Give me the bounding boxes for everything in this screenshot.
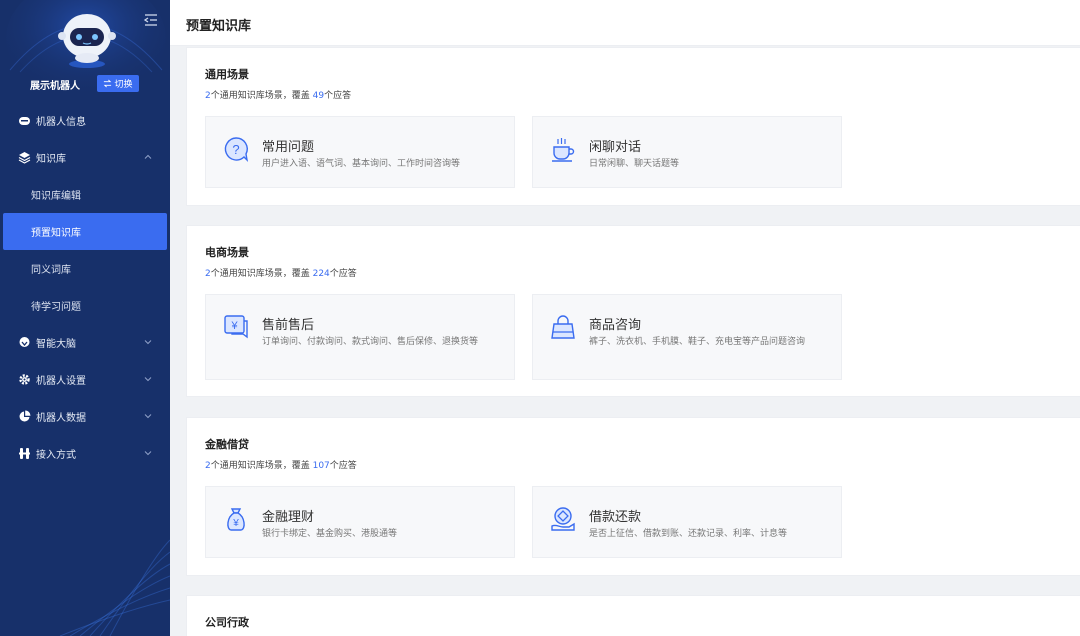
card-description: 订单询问、付款询问、款式询问、售后保修、退换货等 bbox=[262, 337, 479, 347]
chevron-down-icon bbox=[144, 377, 152, 382]
chevron-up-icon bbox=[144, 154, 152, 159]
switch-bot-label: 切换 bbox=[114, 80, 133, 90]
sidebar-item-preset-knowledge[interactable]: 预置知识库 bbox=[3, 213, 167, 250]
card-title: 闲聊对话 bbox=[589, 140, 642, 155]
scene-card-loan-repayment[interactable]: 借款还款 是否上征信、借款到账、还款记录、利率、计息等 bbox=[532, 486, 842, 558]
card-description: 裤子、洗衣机、手机膜、鞋子、充电宝等产品问题咨询 bbox=[589, 337, 806, 347]
section-title: 公司行政 bbox=[205, 616, 249, 629]
yuan-chat-icon: ¥ bbox=[224, 315, 248, 339]
scene-card-product-consult[interactable]: 商品咨询 裤子、洗衣机、手机膜、鞋子、充电宝等产品问题咨询 bbox=[532, 294, 842, 380]
card-description: 用户进入语、语气词、基本询问、工作时间咨询等 bbox=[262, 159, 461, 169]
scene-card-common-questions[interactable]: ? 常用问题 用户进入语、语气词、基本询问、工作时间咨询等 bbox=[205, 116, 515, 188]
scene-card-pre-after-sales[interactable]: ¥ 售前售后 订单询问、付款询问、款式询问、售后保修、退换货等 bbox=[205, 294, 515, 380]
scene-section-finance: 金融借贷 2个通用知识库场景，覆盖 107个应答 ¥ 金融理财 银行卡绑定、基金… bbox=[186, 417, 1080, 576]
card-title: 售前售后 bbox=[262, 318, 315, 333]
money-bag-icon: ¥ bbox=[227, 508, 245, 531]
section-title: 电商场景 bbox=[205, 246, 249, 259]
main-content: 预置知识库 通用场景 2个通用知识库场景，覆盖 49个应答 ? 常用问题 用户进… bbox=[170, 0, 1080, 636]
chevron-down-icon bbox=[144, 340, 152, 345]
card-title: 商品咨询 bbox=[589, 318, 642, 333]
card-title: 常用问题 bbox=[262, 140, 315, 155]
scene-card-wealth-management[interactable]: ¥ 金融理财 银行卡绑定、基金购买、港股通等 bbox=[205, 486, 515, 558]
chevron-down-icon bbox=[144, 451, 152, 456]
section-summary: 2个通用知识库场景，覆盖 224个应答 bbox=[205, 269, 357, 279]
sidebar-item-bot-info[interactable]: 机器人信息 bbox=[0, 102, 170, 139]
brain-icon bbox=[18, 336, 31, 349]
sidebar-item-label: 机器人数据 bbox=[36, 413, 86, 424]
scene-section-general: 通用场景 2个通用知识库场景，覆盖 49个应答 ? 常用问题 用户进入语、语气词… bbox=[186, 47, 1080, 206]
sidebar-item-brain[interactable]: 智能大脑 bbox=[0, 324, 170, 361]
sidebar-item-label: 接入方式 bbox=[36, 450, 76, 461]
coin-hand-icon bbox=[551, 507, 575, 531]
card-description: 是否上征信、借款到账、还款记录、利率、计息等 bbox=[589, 529, 788, 539]
sidebar-item-pending-questions[interactable]: 待学习问题 bbox=[0, 287, 170, 324]
coffee-cup-icon bbox=[552, 138, 575, 162]
gear-icon bbox=[18, 373, 31, 386]
sidebar-item-label: 智能大脑 bbox=[36, 339, 76, 350]
shopping-bag-icon bbox=[551, 315, 575, 339]
page-title: 预置知识库 bbox=[186, 19, 252, 34]
sidebar-item-label: 机器人信息 bbox=[36, 117, 86, 128]
switch-bot-button[interactable]: 切换 bbox=[97, 75, 139, 92]
scene-section-admin: 公司行政 bbox=[186, 595, 1080, 636]
sidebar: 展示机器人 切换 机器人信息 知识库 知识库编辑 预置知识库 同义词库 待学习问… bbox=[0, 0, 170, 636]
svg-text:¥: ¥ bbox=[232, 518, 239, 529]
svg-text:¥: ¥ bbox=[230, 320, 238, 332]
sidebar-item-knowledge-edit[interactable]: 知识库编辑 bbox=[0, 176, 170, 213]
card-title: 借款还款 bbox=[589, 510, 642, 525]
pie-chart-icon bbox=[18, 410, 31, 423]
layers-icon bbox=[18, 151, 31, 164]
sidebar-menu: 机器人信息 知识库 知识库编辑 预置知识库 同义词库 待学习问题 智能大脑 机器… bbox=[0, 102, 170, 472]
section-summary: 2个通用知识库场景，覆盖 107个应答 bbox=[205, 461, 357, 471]
chevron-down-icon bbox=[144, 414, 152, 419]
sidebar-item-data[interactable]: 机器人数据 bbox=[0, 398, 170, 435]
sidebar-item-label: 机器人设置 bbox=[36, 376, 86, 387]
collapse-menu-icon[interactable] bbox=[143, 12, 159, 28]
section-summary: 2个通用知识库场景，覆盖 49个应答 bbox=[205, 91, 352, 101]
page-header: 预置知识库 bbox=[170, 0, 1080, 46]
sidebar-item-knowledge[interactable]: 知识库 bbox=[0, 139, 170, 176]
sidebar-item-label: 知识库 bbox=[36, 154, 66, 165]
scene-card-chitchat[interactable]: 闲聊对话 日常闲聊、聊天话题等 bbox=[532, 116, 842, 188]
question-bubble-icon: ? bbox=[224, 137, 249, 163]
robot-head-icon bbox=[18, 114, 31, 127]
plug-icon bbox=[18, 447, 31, 460]
switch-arrows-icon bbox=[104, 79, 112, 88]
section-title: 通用场景 bbox=[205, 68, 249, 81]
scene-section-ecommerce: 电商场景 2个通用知识库场景，覆盖 224个应答 ¥ 售前售后 订单询问、付款询… bbox=[186, 225, 1080, 397]
card-title: 金融理财 bbox=[262, 510, 315, 525]
sidebar-item-synonyms[interactable]: 同义词库 bbox=[0, 250, 170, 287]
sidebar-item-settings[interactable]: 机器人设置 bbox=[0, 361, 170, 398]
sidebar-item-access[interactable]: 接入方式 bbox=[0, 435, 170, 472]
card-description: 日常闲聊、聊天话题等 bbox=[589, 159, 680, 169]
svg-text:?: ? bbox=[232, 142, 239, 157]
card-description: 银行卡绑定、基金购买、港股通等 bbox=[262, 529, 398, 539]
robot-avatar bbox=[58, 14, 116, 68]
bot-name: 展示机器人 bbox=[30, 81, 80, 92]
section-title: 金融借贷 bbox=[205, 438, 249, 451]
